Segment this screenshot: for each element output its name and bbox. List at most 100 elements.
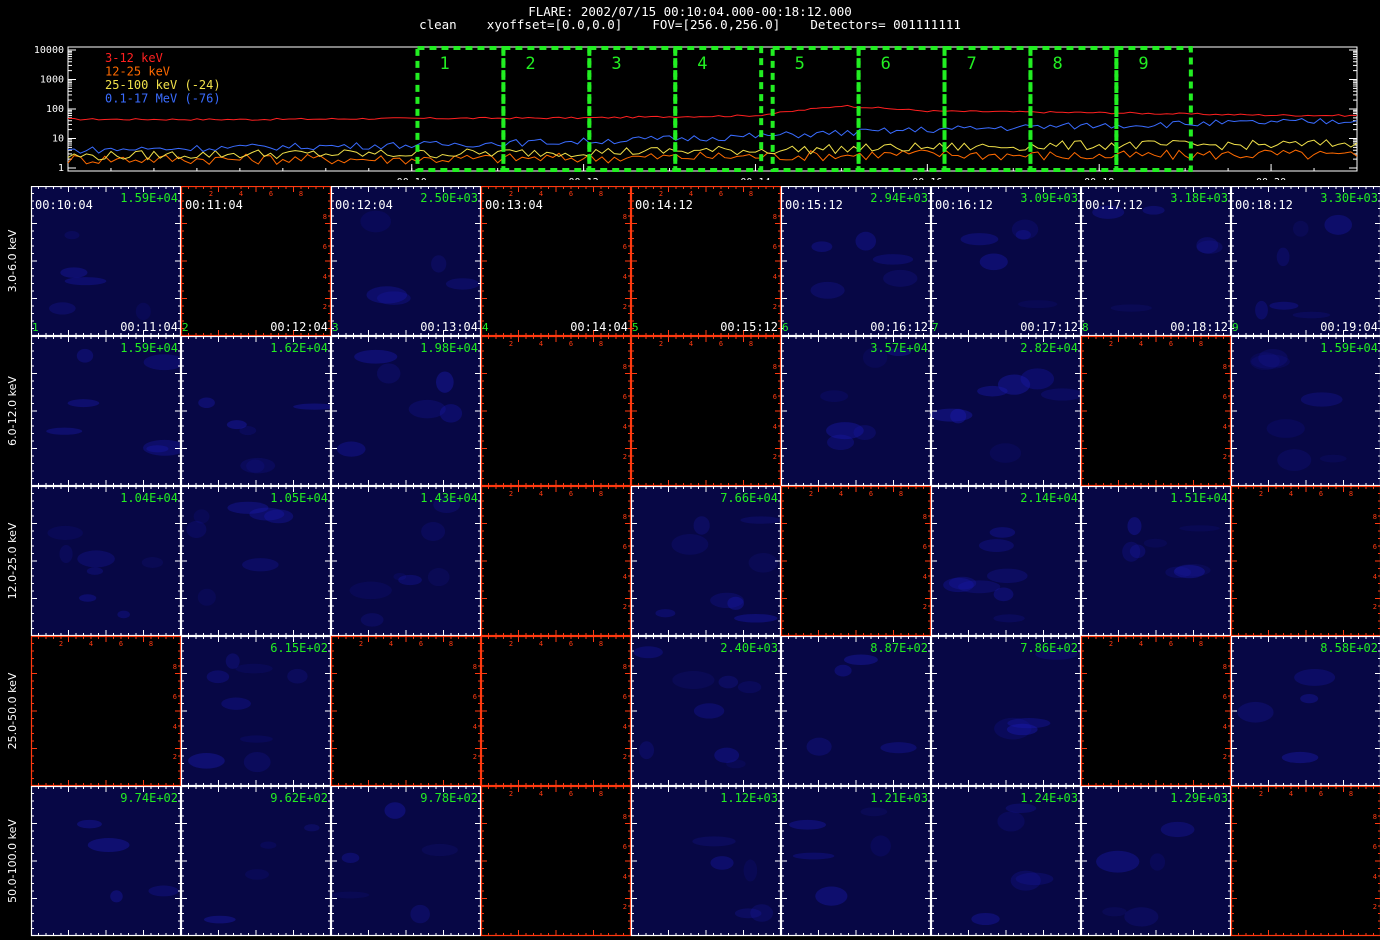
image-cell: 2 2 4 4 6 6 8 8 [480, 635, 632, 787]
image-cell: 1.12E+03 [630, 785, 782, 937]
peak-value: 1.21E+03 [870, 791, 928, 805]
emission-blob [1319, 454, 1347, 463]
image-cell: 7.86E+02 [930, 635, 1082, 787]
emission-blob [336, 441, 366, 457]
image-cell: 3.18E+03 00:17:12 00:18:12 8 [1080, 186, 1232, 337]
image-cell: 2 2 4 4 6 6 8 8 [480, 785, 632, 937]
emission-blob [198, 397, 215, 409]
interval-label: 9 [1138, 54, 1148, 74]
lightcurve-frame [67, 46, 1358, 172]
emission-blob [1269, 301, 1299, 310]
emission-blob [1300, 392, 1343, 407]
emission-blob [860, 807, 888, 817]
cell-tick-label: 6 [269, 190, 273, 198]
emission-blob [235, 663, 273, 674]
peak-value: 2.14E+04 [1020, 491, 1078, 505]
image-cell: 2 2 4 4 6 6 8 8 00:14:12 00:15:12 5 [630, 186, 782, 337]
cell-tick-label: 8 [1223, 363, 1227, 371]
cell-tick-label: 6 [1169, 340, 1173, 348]
emission-blob [1276, 247, 1290, 267]
cell-tick-label: 2 [1223, 753, 1227, 761]
emission-blob [639, 741, 655, 760]
emission-blob [737, 681, 762, 694]
image-cell: 2.14E+04 [930, 485, 1082, 637]
emission-blob [883, 269, 918, 287]
cell-tick-label: 2 [773, 453, 777, 461]
cell-tick-label: 6 [869, 490, 873, 498]
cell-tick-label: 8 [599, 790, 603, 798]
image-grid: 3.0-6.0 keV 6.0-12.0 keV 12.0-25.0 keV 25.0… [6, 186, 1380, 937]
peak-value: 1.62E+04 [270, 341, 328, 355]
emission-blob [193, 509, 210, 524]
emission-blob [748, 553, 778, 573]
emission-blob [718, 675, 739, 689]
emission-blob [740, 516, 781, 524]
emission-blob [1179, 525, 1220, 532]
y-tick-label: 1 [58, 163, 64, 174]
cell-tick-label: 2 [323, 303, 327, 311]
emission-blob [815, 886, 848, 906]
cell-end-time: 00:17:12 [1020, 320, 1078, 334]
series-line-4 [67, 117, 1358, 154]
image-cell-background [31, 636, 181, 786]
emission-blob [971, 912, 1000, 926]
interval-box-8 [1028, 46, 1119, 172]
image-cell-background [331, 636, 481, 786]
cell-start-time: 00:11:04 [185, 198, 243, 212]
cell-start-time: 00:10:04 [35, 198, 93, 212]
emission-blob [1096, 850, 1140, 873]
cell-tick-label: 8 [599, 190, 603, 198]
image-cell: 1.62E+04 [180, 335, 336, 487]
emission-blob [872, 254, 914, 265]
cell-tick-label: 8 [1373, 813, 1377, 821]
cell-tick-label: 8 [749, 190, 753, 198]
image-cell-background [781, 786, 931, 936]
cell-tick-label: 6 [569, 340, 573, 348]
emission-blob [820, 390, 849, 402]
emission-blob [197, 588, 216, 606]
emission-blob [421, 522, 446, 541]
cell-tick-label: 6 [623, 843, 627, 851]
emission-blob [77, 819, 102, 829]
row-label: 12.0-25.0 keV [6, 522, 19, 599]
cell-tick-label: 2 [623, 303, 627, 311]
emission-blob [1015, 872, 1054, 886]
cell-tick-label: 2 [509, 340, 513, 348]
image-cell: 1.59E+04 [30, 335, 187, 487]
cell-tick-label: 8 [1223, 663, 1227, 671]
image-cell: 2 2 4 4 6 6 8 8 [1230, 485, 1380, 637]
emission-blob [141, 557, 164, 568]
cell-start-time: 00:13:04 [485, 198, 543, 212]
emission-blob [376, 291, 411, 305]
y-tick-label: 100 [46, 104, 64, 115]
emission-blob [110, 890, 123, 903]
image-cell: 7.66E+04 [630, 485, 782, 637]
emission-blob [188, 753, 225, 769]
page-subtitle: clean xyoffset=[0.0,0.0] FOV=[256.0,256.… [419, 17, 961, 32]
image-cell: 1.24E+03 [930, 785, 1082, 937]
emission-blob [993, 614, 1025, 623]
emission-blob [246, 459, 265, 473]
cell-tick-label: 6 [569, 790, 573, 798]
cell-tick-label: 8 [1349, 490, 1353, 498]
legend-entry: 25-100 keV (-24) [105, 78, 221, 92]
image-cell-background [781, 336, 931, 486]
cell-tick-label: 8 [623, 363, 627, 371]
peak-value: 2.94E+03 [870, 191, 928, 205]
legend-entry: 3-12 keV [105, 51, 163, 65]
cell-tick-label: 6 [773, 393, 777, 401]
emission-blob [693, 703, 725, 719]
row-label: 50.0-100.0 keV [6, 819, 19, 903]
emission-blob [1292, 311, 1331, 319]
y-tick-label: 10 [52, 134, 64, 145]
peak-value: 2.40E+03 [720, 641, 778, 655]
emission-blob [743, 859, 758, 882]
emission-blob [880, 742, 917, 754]
cell-tick-label: 4 [539, 640, 543, 648]
cell-tick-label: 2 [59, 640, 63, 648]
emission-blob [260, 841, 277, 849]
emission-blob [398, 574, 422, 586]
cell-tick-label: 8 [623, 663, 627, 671]
peak-value: 8.58E+02 [1320, 641, 1378, 655]
emission-blob [293, 403, 336, 410]
